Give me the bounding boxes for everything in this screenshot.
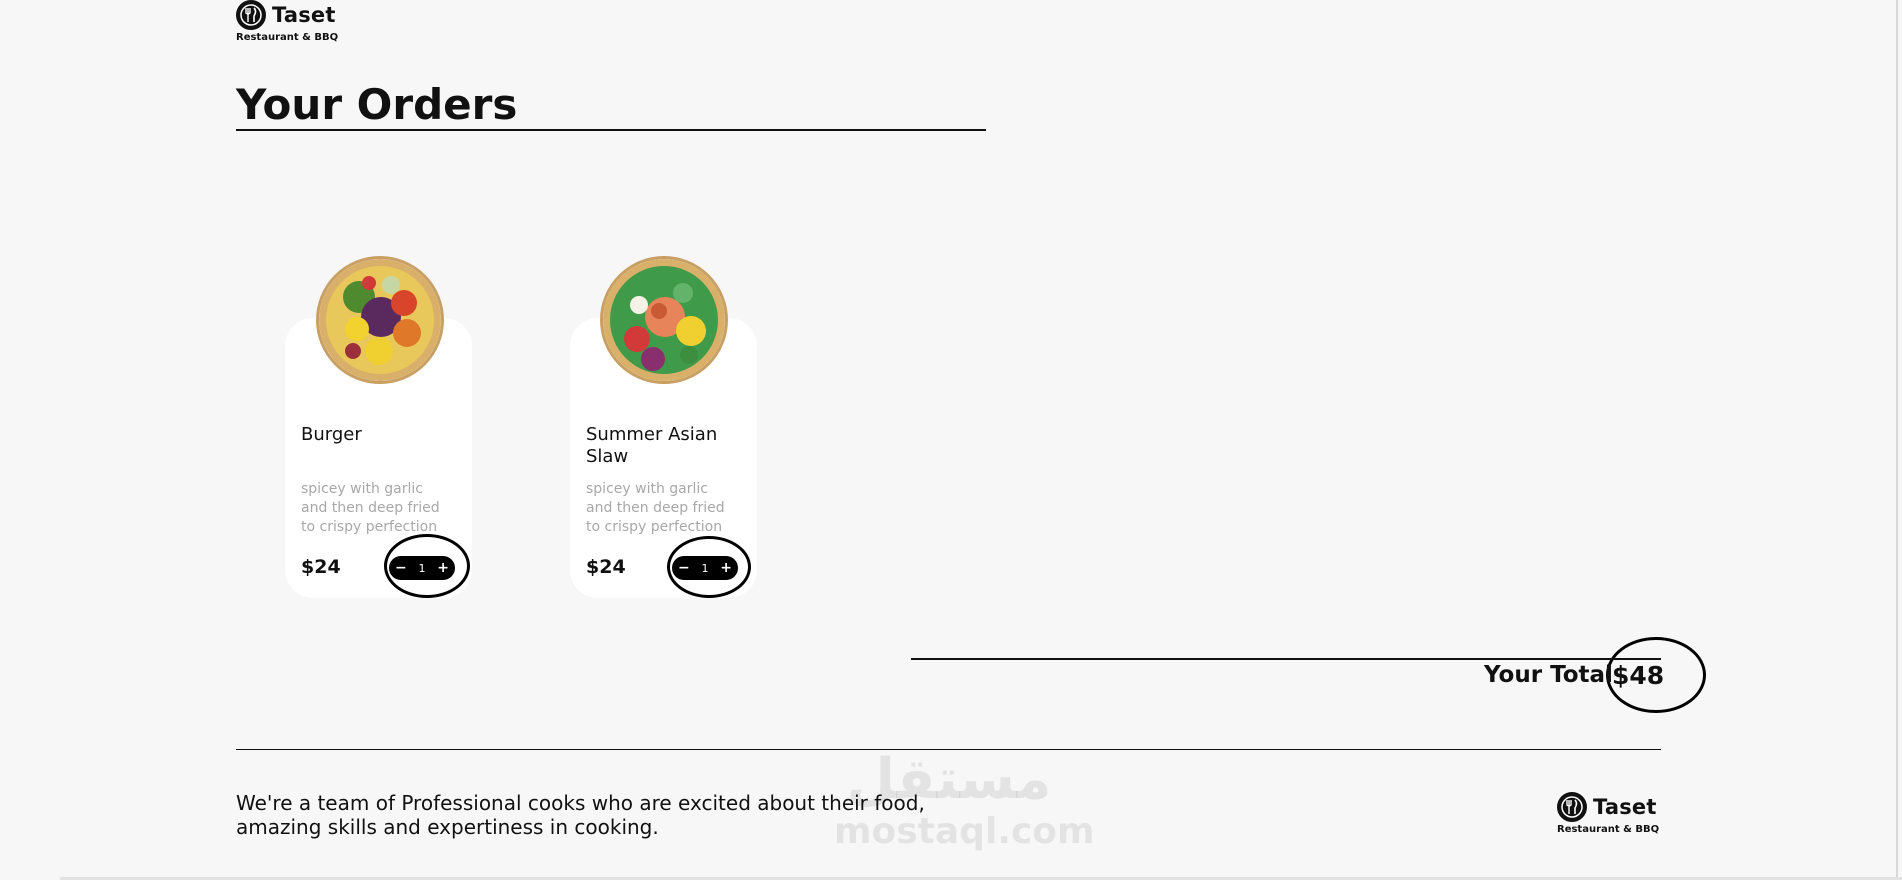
title-underline	[236, 129, 986, 131]
brand-row: Taset	[236, 0, 338, 30]
annotation-circle	[667, 536, 751, 598]
total-value: $48	[1612, 661, 1665, 690]
page-title: Your Orders	[236, 80, 518, 129]
brand-tagline: Restaurant & BBQ	[236, 32, 339, 43]
order-item-price: $24	[301, 556, 341, 578]
restaurant-logo-icon	[236, 0, 266, 30]
order-item-name: Burger	[301, 424, 362, 445]
brand-name: Taset	[1593, 795, 1657, 819]
brand-tagline: Restaurant & BBQ	[1557, 824, 1660, 835]
restaurant-logo-icon	[1557, 792, 1587, 822]
watermark-arabic: مستقل	[846, 747, 1052, 812]
header-brand[interactable]: Taset Restaurant & BBQ	[236, 0, 338, 43]
order-item-description: spicey with garlic and then deep fried t…	[301, 481, 440, 535]
order-item-name: Summer Asian Slaw	[586, 424, 718, 467]
annotation-circle	[384, 534, 470, 598]
total-label: Your Total	[1484, 662, 1613, 688]
total-divider	[911, 658, 1661, 660]
watermark-latin: mostaql.com	[834, 811, 1095, 852]
order-item-price: $24	[586, 556, 626, 578]
footer-brand[interactable]: Taset Restaurant & BBQ	[1557, 792, 1659, 835]
scrollbar-track[interactable]	[1896, 0, 1898, 880]
food-image-salad-bowl	[316, 256, 444, 384]
food-image-salmon-bowl	[600, 256, 728, 384]
watermark: مستقل mostaql.com	[834, 747, 1095, 860]
order-item-description: spicey with garlic and then deep fried t…	[586, 481, 725, 535]
brand-name: Taset	[272, 3, 336, 27]
brand-row: Taset	[1557, 792, 1659, 822]
